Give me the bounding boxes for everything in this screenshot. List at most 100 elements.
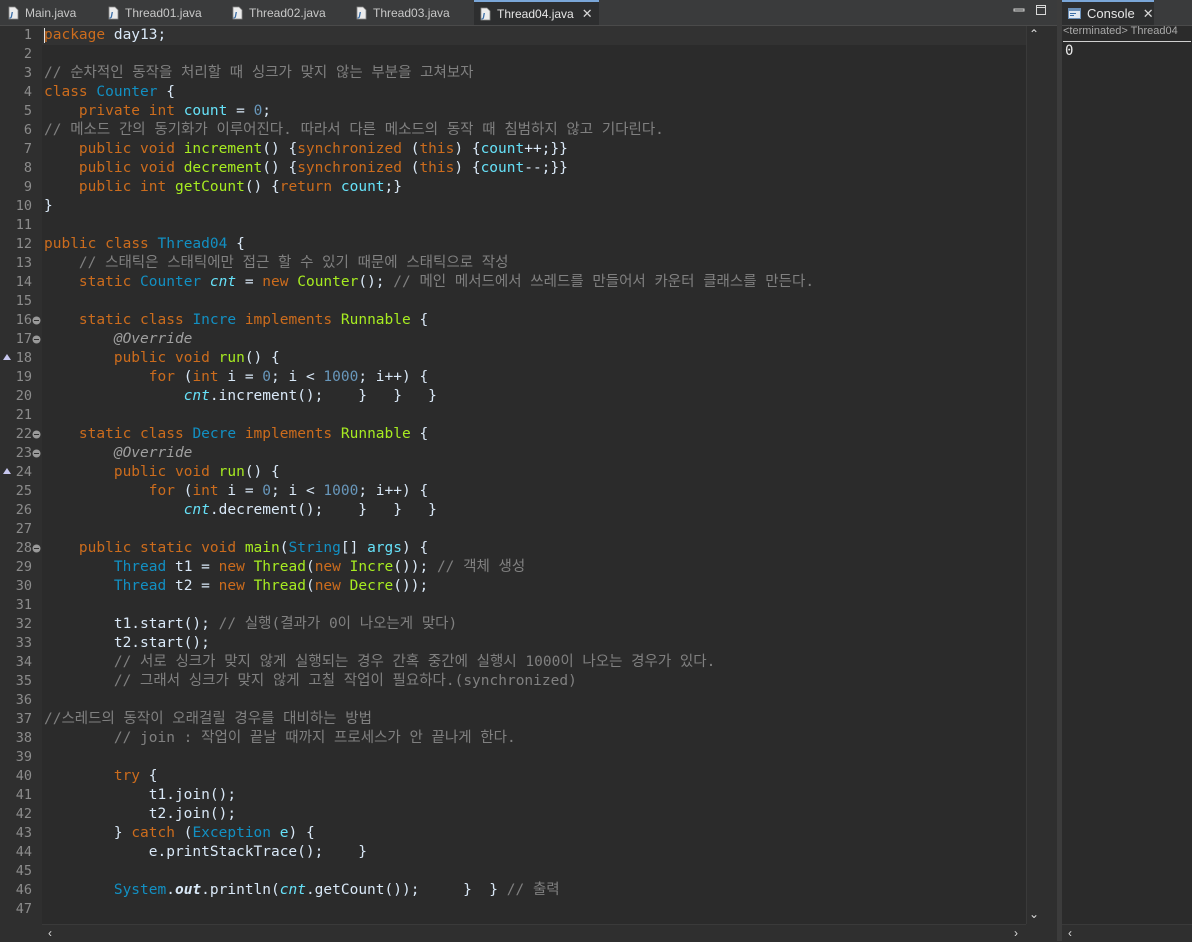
code-line: t1.start(); // 실행(결과가 0이 나오는게 맞다) [44, 615, 457, 634]
code-token: t2 = [166, 578, 219, 594]
override-marker-icon[interactable] [3, 468, 11, 474]
code-token: ; i < [271, 369, 324, 385]
code-token: ( [174, 825, 193, 841]
tab-label: Thread01.java [125, 5, 202, 20]
fold-collapse-icon[interactable] [32, 316, 41, 325]
code-token: Thread04 [157, 236, 228, 252]
line-number: 1 [23, 27, 32, 43]
code-token: main [244, 540, 280, 556]
code-token: int [192, 369, 219, 385]
code-line: Thread t1 = new Thread(new Incre()); // … [44, 558, 525, 577]
code-token: Incre [192, 312, 237, 328]
tab-main-java[interactable]: J Main.java [8, 0, 77, 25]
code-token: { [410, 426, 429, 442]
code-token: ; i++) { [358, 369, 429, 385]
java-file-icon: J [480, 7, 491, 21]
close-console-icon[interactable]: ✕ [1143, 6, 1154, 22]
code-token: public [78, 141, 132, 157]
maximize-icon[interactable] [1035, 4, 1047, 16]
fold-collapse-icon[interactable] [32, 449, 41, 458]
console-output: 0 [1065, 43, 1074, 59]
code-token: 1000 [323, 483, 359, 499]
scroll-down-icon[interactable]: ⌄ [1028, 908, 1040, 920]
code-line: // 그래서 싱크가 맞지 않게 고칠 작업이 필요하다.(synchroniz… [44, 672, 577, 691]
code-token: // 순차적인 동작을 처리할 때 싱크가 맞지 않는 부분을 고쳐보자 [44, 65, 474, 81]
code-token: //스레드의 동작이 오래걸릴 경우를 대비하는 방법 [44, 711, 372, 727]
code-token: Runnable [340, 426, 411, 442]
code-token: implements [244, 312, 333, 328]
code-token: ( [305, 578, 315, 594]
fold-collapse-icon[interactable] [32, 544, 41, 553]
tab-thread03-java[interactable]: J Thread03.java [356, 0, 450, 25]
line-number: 19 [15, 369, 32, 385]
code-line: public int getCount() {return count;} [44, 178, 402, 197]
code-token: // 메소드 간의 동기화가 이루어진다. 따라서 다른 메소드의 동작 때 침… [44, 122, 664, 138]
scroll-left-icon[interactable]: ‹ [44, 927, 56, 939]
code-token: static [78, 426, 132, 442]
code-line: public void run() { [44, 463, 280, 482]
code-line: public void decrement() {synchronized (t… [44, 159, 568, 178]
editor-horizontal-scrollbar[interactable]: ‹ › [42, 924, 1026, 942]
code-token: Counter [140, 274, 202, 290]
close-tab-icon[interactable]: ✕ [582, 6, 593, 22]
line-number: 17 [15, 331, 32, 347]
editor-vertical-scrollbar[interactable]: ⌃ ⌄ [1026, 26, 1043, 924]
code-token: Thread [113, 559, 167, 575]
scroll-right-icon[interactable]: › [1010, 927, 1022, 939]
tab-thread04-java[interactable]: J Thread04.java ✕ [474, 0, 599, 25]
code-token: count [480, 160, 525, 176]
line-number: 34 [15, 654, 32, 670]
tab-console[interactable]: Console ✕ [1062, 0, 1154, 25]
code-token: { [410, 312, 429, 328]
code-token: public [113, 350, 167, 366]
code-token: ()); [393, 578, 429, 594]
line-number: 38 [15, 730, 32, 746]
code-line: } catch (Exception e) { [44, 824, 315, 843]
code-token: () { [244, 179, 280, 195]
code-line: // join : 작업이 끝날 때까지 프로세스가 안 끝나게 한다. [44, 729, 516, 748]
code-line: @Override [44, 330, 193, 349]
scroll-up-icon[interactable]: ⌃ [1028, 28, 1040, 40]
code-token: run [218, 464, 245, 480]
code-line: t1.join(); [44, 786, 236, 805]
code-token: (); [358, 274, 394, 290]
code-token: int [192, 483, 219, 499]
code-token: void [201, 540, 237, 556]
fold-collapse-icon[interactable] [32, 335, 41, 344]
line-number: 14 [15, 274, 32, 290]
code-token: count [340, 179, 385, 195]
scroll-left-icon[interactable]: ‹ [1064, 927, 1076, 939]
tab-thread02-java[interactable]: J Thread02.java [232, 0, 326, 25]
code-line: class Counter { [44, 83, 175, 102]
console-horizontal-scrollbar[interactable]: ‹ [1062, 924, 1192, 942]
override-marker-icon[interactable] [3, 354, 11, 360]
line-number: 8 [23, 160, 32, 176]
code-token: this [419, 160, 455, 176]
code-token: @Override [113, 331, 193, 347]
code-line: } [44, 197, 53, 216]
code-token: getCount [174, 179, 245, 195]
code-editor[interactable]: 1 package day13; 2 3// 순차적인 동작을 처리할 때 싱크가 맞… [0, 26, 1026, 924]
code-token: t1.start(); [44, 616, 219, 632]
minimize-icon[interactable] [1013, 4, 1025, 16]
tab-thread01-java[interactable]: J Thread01.java [108, 0, 202, 25]
code-token: synchronized [297, 141, 402, 157]
code-token: .println( [201, 882, 280, 898]
line-number: 41 [15, 787, 32, 803]
code-token: static [140, 540, 193, 556]
fold-collapse-icon[interactable] [32, 430, 41, 439]
code-line: // 서로 싱크가 맞지 않게 실행되는 경우 간혹 중간에 실행시 1000이… [44, 653, 715, 672]
code-token: class [140, 426, 184, 442]
